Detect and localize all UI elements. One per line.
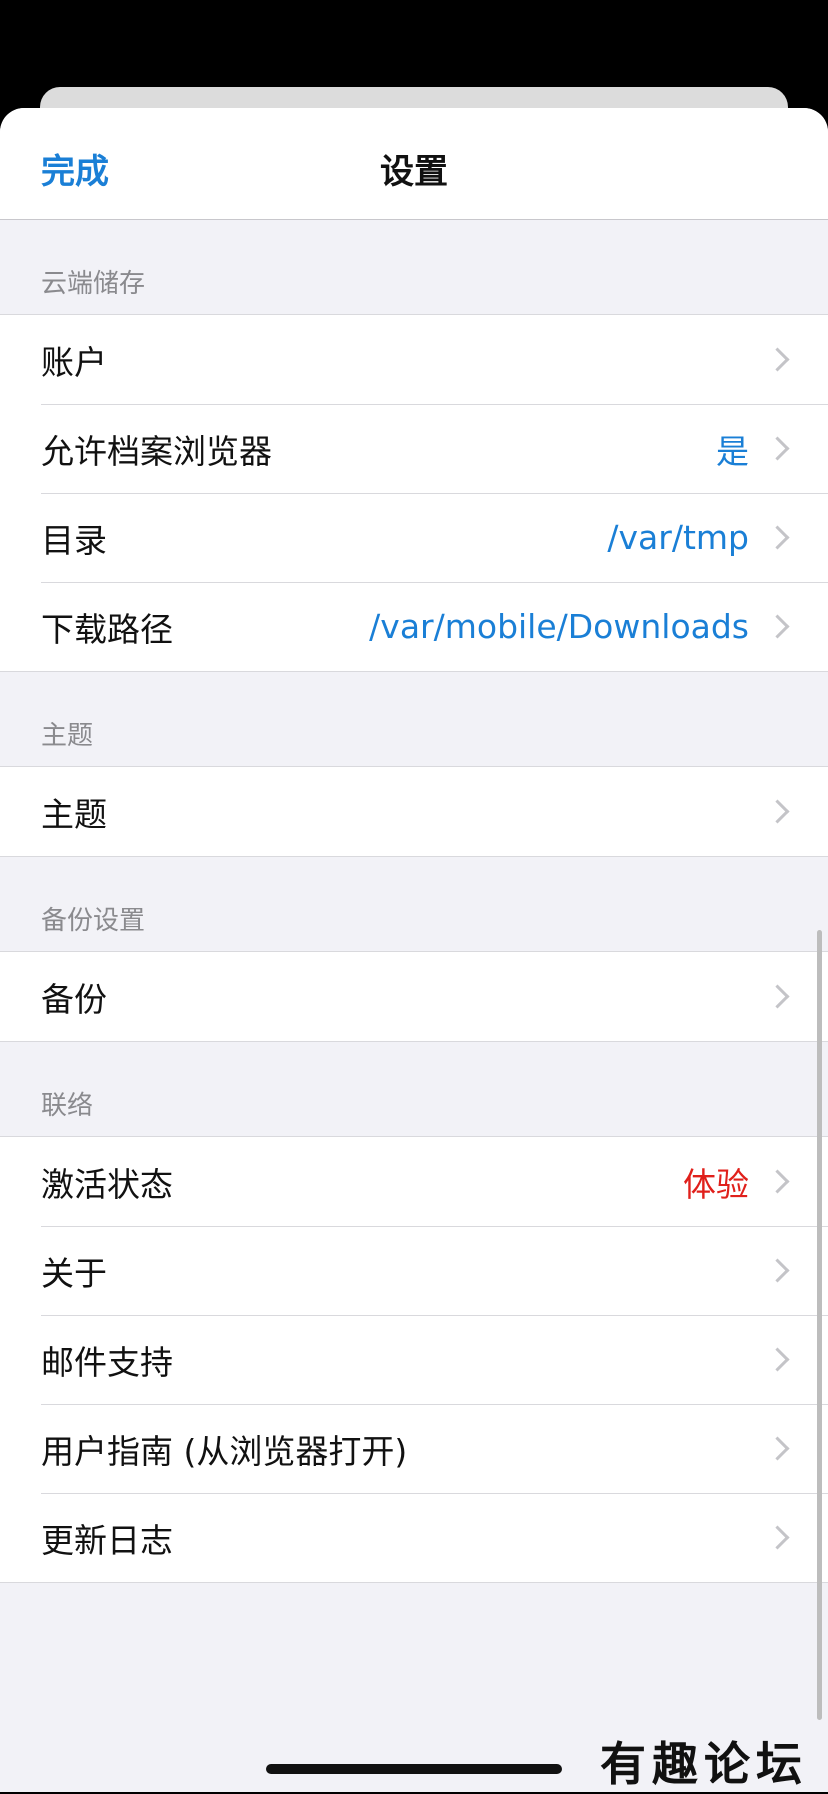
row-email-support[interactable]: 邮件支持 bbox=[0, 1315, 828, 1404]
row-download-path[interactable]: 下载路径 /var/mobile/Downloads bbox=[0, 582, 828, 671]
chevron-right-icon bbox=[765, 347, 790, 372]
row-label: 用户指南 (从浏览器打开) bbox=[41, 1431, 408, 1471]
row-label: 账户 bbox=[41, 342, 107, 382]
watermark: 有趣论坛 bbox=[600, 1737, 808, 1791]
chevron-right-icon bbox=[765, 614, 790, 639]
navigation-bar: 完成 设置 bbox=[0, 108, 828, 220]
row-label: 邮件支持 bbox=[41, 1342, 173, 1382]
page-title: 设置 bbox=[380, 152, 448, 192]
section-group-backup: 备份 bbox=[0, 951, 828, 1042]
row-label: 目录 bbox=[41, 520, 107, 560]
settings-list: 云端储存 账户 允许档案浏览器 是 目录 /var/tmp 下载路径 /var/… bbox=[0, 220, 828, 1583]
section-group-contact: 激活状态 体验 关于 邮件支持 用户指南 (从浏览器打开) 更新日志 bbox=[0, 1136, 828, 1583]
row-label: 关于 bbox=[41, 1253, 107, 1293]
row-activation-status[interactable]: 激活状态 体验 bbox=[0, 1137, 828, 1226]
row-allow-file-browser[interactable]: 允许档案浏览器 是 bbox=[0, 404, 828, 493]
row-label: 更新日志 bbox=[41, 1520, 173, 1560]
settings-sheet: 完成 设置 云端储存 账户 允许档案浏览器 是 目录 /var/tmp 下载路径 bbox=[0, 108, 828, 1792]
row-directory[interactable]: 目录 /var/tmp bbox=[0, 493, 828, 582]
chevron-right-icon bbox=[765, 1169, 790, 1194]
row-value: /var/tmp bbox=[607, 518, 749, 557]
row-label: 备份 bbox=[41, 979, 107, 1019]
row-label: 允许档案浏览器 bbox=[41, 431, 272, 471]
row-value: 是 bbox=[716, 431, 749, 471]
row-label: 下载路径 bbox=[41, 609, 173, 649]
row-theme[interactable]: 主题 bbox=[0, 767, 828, 856]
scrollbar[interactable] bbox=[817, 930, 822, 1720]
section-group-cloud-storage: 账户 允许档案浏览器 是 目录 /var/tmp 下载路径 /var/mobil… bbox=[0, 314, 828, 672]
section-header-contact: 联络 bbox=[41, 1091, 94, 1121]
row-value: 体验 bbox=[683, 1164, 749, 1204]
home-indicator[interactable] bbox=[266, 1764, 562, 1774]
row-label: 主题 bbox=[41, 794, 107, 834]
section-group-theme: 主题 bbox=[0, 766, 828, 857]
chevron-right-icon bbox=[765, 799, 790, 824]
row-backup[interactable]: 备份 bbox=[0, 952, 828, 1041]
chevron-right-icon bbox=[765, 436, 790, 461]
chevron-right-icon bbox=[765, 1525, 790, 1550]
chevron-right-icon bbox=[765, 1347, 790, 1372]
chevron-right-icon bbox=[765, 525, 790, 550]
row-user-guide[interactable]: 用户指南 (从浏览器打开) bbox=[0, 1404, 828, 1493]
row-account[interactable]: 账户 bbox=[0, 315, 828, 404]
section-header-theme: 主题 bbox=[41, 721, 94, 751]
row-label: 激活状态 bbox=[41, 1164, 173, 1204]
row-value: /var/mobile/Downloads bbox=[369, 607, 749, 646]
chevron-right-icon bbox=[765, 1436, 790, 1461]
row-about[interactable]: 关于 bbox=[0, 1226, 828, 1315]
chevron-right-icon bbox=[765, 984, 790, 1009]
section-header-cloud-storage: 云端储存 bbox=[41, 269, 146, 299]
row-changelog[interactable]: 更新日志 bbox=[0, 1493, 828, 1582]
section-header-backup: 备份设置 bbox=[41, 906, 146, 936]
chevron-right-icon bbox=[765, 1258, 790, 1283]
